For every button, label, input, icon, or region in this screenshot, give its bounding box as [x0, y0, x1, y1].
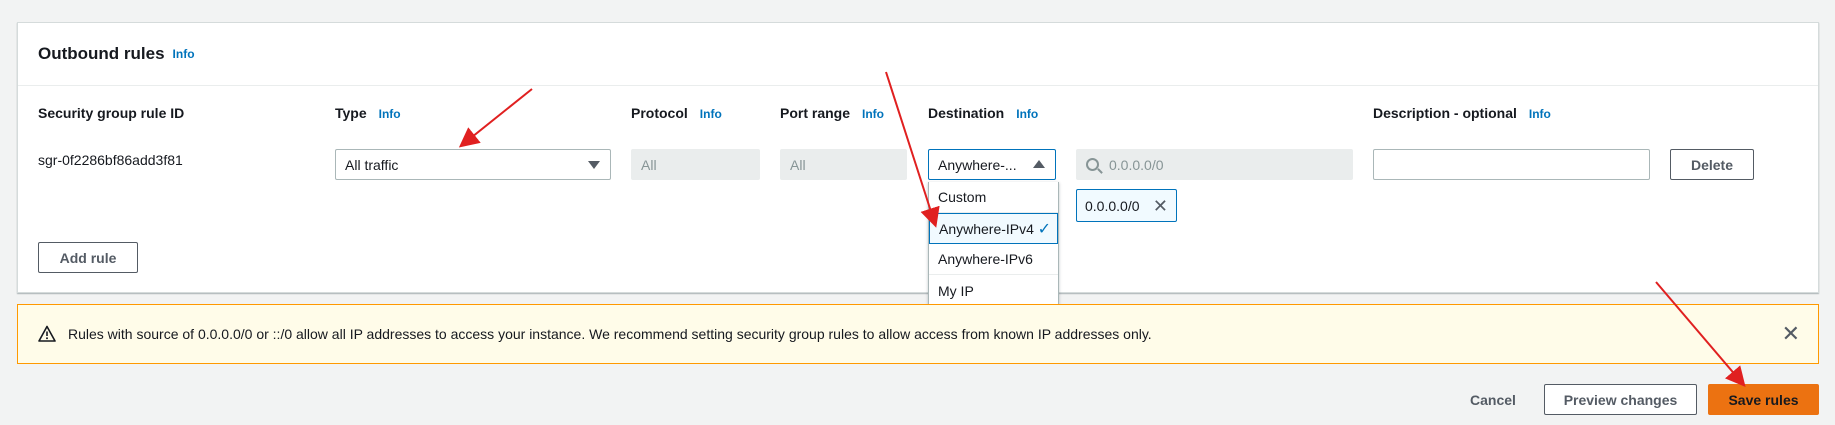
cidr-token: 0.0.0.0/0 ✕ — [1076, 189, 1177, 222]
col-header-protocol: Protocol Info — [631, 105, 722, 121]
search-icon — [1086, 158, 1099, 171]
col-label-type: Type — [335, 105, 367, 121]
panel-title: Outbound rules — [38, 44, 165, 63]
option-label: Anywhere-IPv4 — [939, 220, 1034, 237]
option-label: Anywhere-IPv6 — [938, 251, 1033, 267]
cidr-search-placeholder: 0.0.0.0/0 — [1109, 156, 1164, 173]
cancel-button[interactable]: Cancel — [1470, 392, 1516, 408]
type-info-link[interactable]: Info — [379, 107, 401, 121]
col-header-destination: Destination Info — [928, 105, 1038, 121]
preview-changes-button[interactable]: Preview changes — [1544, 384, 1697, 415]
port-range-field: All — [780, 149, 907, 180]
col-label-description: Description - optional — [1373, 105, 1517, 121]
col-label-protocol: Protocol — [631, 105, 688, 121]
close-icon[interactable]: ✕ — [1153, 197, 1168, 215]
delete-button[interactable]: Delete — [1670, 149, 1754, 180]
destination-select-value: Anywhere-... — [938, 156, 1017, 173]
col-header-port-range: Port range Info — [780, 105, 884, 121]
caret-down-icon — [588, 161, 600, 169]
warning-alert: Rules with source of 0.0.0.0/0 or ::/0 a… — [17, 304, 1819, 364]
destination-option-anywhere-ipv4[interactable]: Anywhere-IPv4 ✓ — [929, 213, 1058, 244]
type-select[interactable]: All traffic — [335, 149, 611, 180]
destination-option-my-ip[interactable]: My IP — [929, 275, 1058, 306]
cidr-token-label: 0.0.0.0/0 — [1085, 197, 1140, 214]
col-label-rule-id: Security group rule ID — [38, 105, 185, 121]
check-icon: ✓ — [1037, 221, 1051, 238]
col-label-destination: Destination — [928, 105, 1005, 121]
warning-icon — [38, 325, 56, 342]
destination-info-link[interactable]: Info — [1016, 107, 1038, 121]
save-rules-button[interactable]: Save rules — [1708, 384, 1819, 415]
description-input[interactable] — [1373, 149, 1650, 180]
col-header-description: Description - optional Info — [1373, 105, 1551, 121]
panel-header: Outbound rules Info — [18, 23, 1818, 86]
protocol-field: All — [631, 149, 760, 180]
destination-option-anywhere-ipv6[interactable]: Anywhere-IPv6 — [929, 244, 1058, 275]
col-label-port-range: Port range — [780, 105, 851, 121]
protocol-placeholder: All — [641, 156, 657, 173]
protocol-info-link[interactable]: Info — [700, 107, 722, 121]
col-header-rule-id: Security group rule ID — [38, 105, 184, 121]
destination-option-custom[interactable]: Custom — [929, 182, 1058, 213]
description-info-link[interactable]: Info — [1529, 107, 1551, 121]
option-label: Custom — [938, 189, 987, 205]
destination-select[interactable]: Anywhere-... — [928, 149, 1056, 180]
panel-info-link[interactable]: Info — [173, 47, 195, 61]
port-range-placeholder: All — [790, 156, 806, 173]
cidr-search-input[interactable]: 0.0.0.0/0 — [1076, 149, 1353, 180]
col-header-type: Type Info — [335, 105, 401, 121]
add-rule-button[interactable]: Add rule — [38, 242, 138, 273]
destination-dropdown: Custom Anywhere-IPv4 ✓ Anywhere-IPv6 My … — [928, 182, 1059, 307]
type-select-value: All traffic — [345, 156, 399, 173]
port-range-info-link[interactable]: Info — [862, 107, 884, 121]
caret-up-icon — [1033, 160, 1045, 168]
close-icon[interactable]: ✕ — [1782, 323, 1800, 345]
alert-text: Rules with source of 0.0.0.0/0 or ::/0 a… — [68, 326, 1152, 342]
rule-id-value: sgr-0f2286bf86add3f81 — [38, 152, 183, 168]
option-label: My IP — [938, 282, 974, 299]
